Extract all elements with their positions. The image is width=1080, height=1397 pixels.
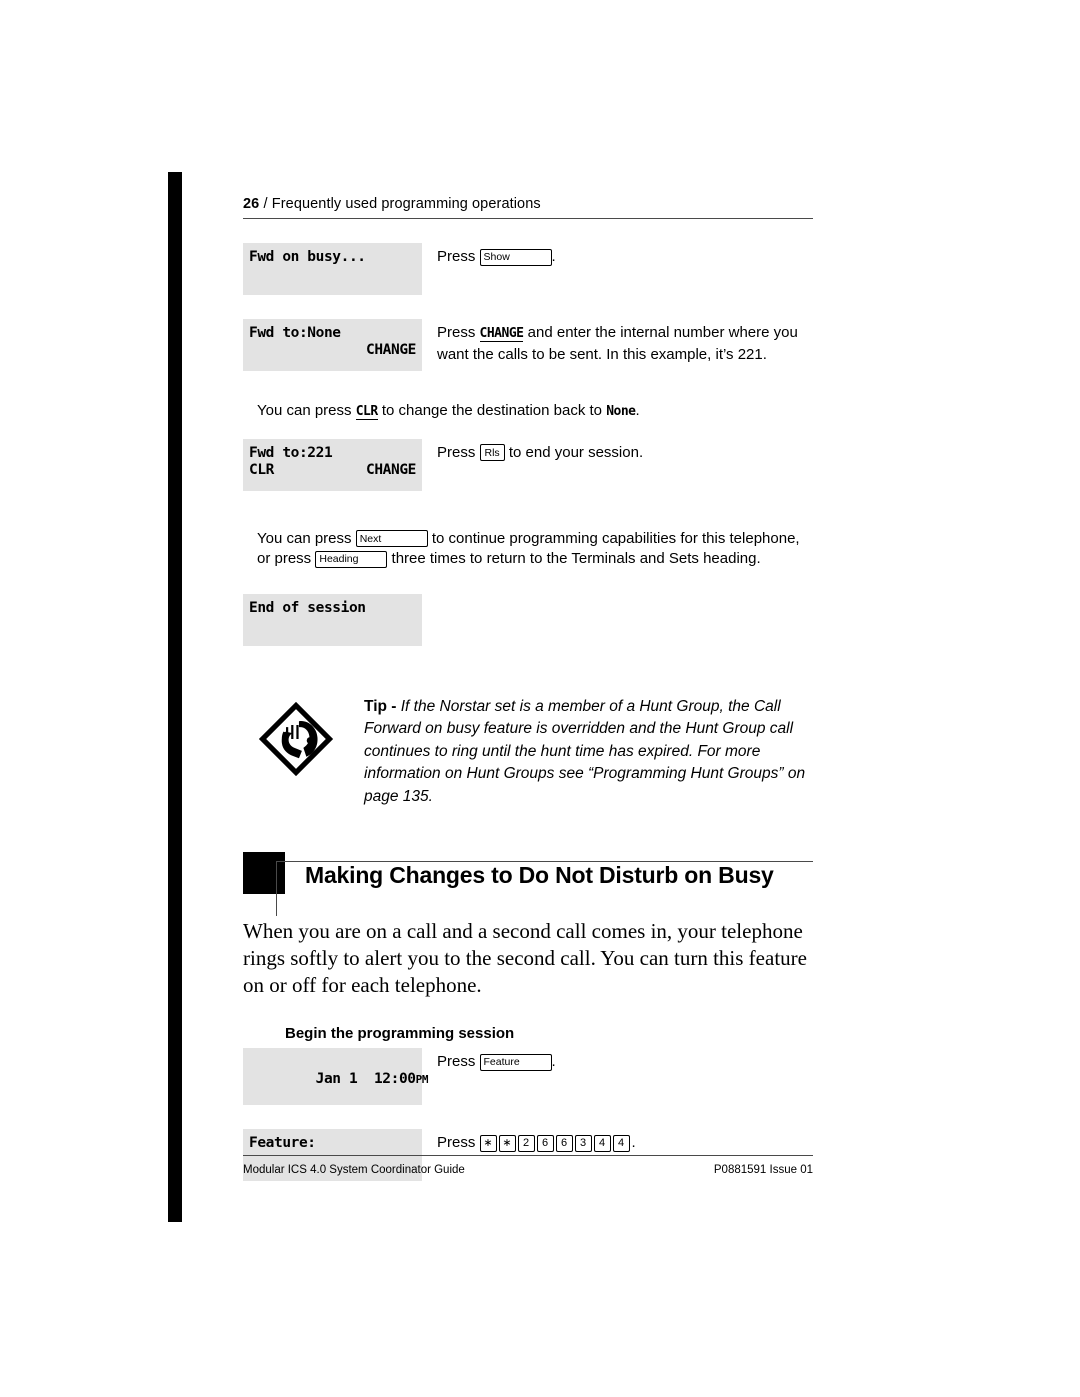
tip-text: Tip - If the Norstar set is a member of …	[364, 692, 813, 809]
feature-key[interactable]: Feature	[479, 1053, 552, 1071]
display-softkey-left: CLR	[249, 461, 274, 478]
display-time: 12:00	[373, 1071, 416, 1087]
press-label: Press	[437, 324, 476, 341]
heading-note-suffix: three times to return to the Terminals a…	[391, 550, 699, 567]
running-header: 26 / Frequently used programming operati…	[243, 196, 813, 212]
tip-label: Tip -	[364, 697, 397, 715]
display-ampm: PM	[415, 1073, 429, 1086]
next-note-prefix: You can press	[257, 529, 352, 547]
step-instruction-empty	[422, 594, 813, 598]
phone-display-panel: Fwd on busy...	[243, 243, 422, 295]
step-row: Fwd to:221 CLR CHANGE Press Rls to end y…	[243, 438, 813, 491]
heading-square-marker	[243, 852, 285, 894]
listening-tip-icon	[243, 692, 364, 781]
step-instruction: Press CHANGE and enter the internal numb…	[422, 319, 813, 365]
display-softkey-right: CHANGE	[366, 342, 416, 358]
next-heading-note: You can press Next to continue programmi…	[243, 529, 813, 570]
press-label: Press	[437, 1053, 476, 1070]
clr-note-middle: to change the destination back to	[381, 402, 603, 419]
next-key[interactable]: Next	[355, 530, 428, 547]
section-heading: Making Changes to Do Not Disturb on Busy	[243, 852, 813, 916]
phone-display-panel: Jan 1 12:00PM	[243, 1048, 429, 1105]
step-row: Fwd on busy... Press Show.	[243, 243, 813, 295]
page-edge-bar	[168, 172, 182, 1222]
keypad-key-3[interactable]: 6	[536, 1134, 554, 1152]
press-label: Press	[437, 248, 476, 265]
keypad-key-6[interactable]: 4	[593, 1134, 611, 1152]
heading-note-line3: heading.	[703, 550, 761, 567]
instruction-line-1: and enter the internal number where	[527, 324, 770, 341]
heading-tick	[276, 861, 277, 916]
tip-body: If the Norstar set is a member of a Hunt…	[364, 697, 806, 805]
footer-doc-id: P0881591 Issue 01	[713, 1164, 813, 1176]
heading-key[interactable]: Heading	[315, 550, 388, 568]
step-row: Jan 1 12:00PM Press Feature.	[243, 1048, 813, 1105]
step-instruction: Press Rls to end your session.	[422, 439, 813, 464]
display-date: Jan 1	[315, 1071, 358, 1087]
display-line-1: Feature:	[249, 1135, 316, 1151]
keypad-key-2[interactable]: 2	[517, 1134, 535, 1152]
phone-display-panel: Fwd to:221 CLR CHANGE	[243, 438, 422, 491]
phone-display-panel: End of session	[243, 593, 422, 646]
display-line-2: CLR CHANGE	[249, 462, 416, 479]
keypad-key-0[interactable]: ∗	[479, 1134, 497, 1152]
none-value: None	[606, 404, 636, 419]
step-instruction: Press ∗ ∗ 2 6 6 3 4 4.	[422, 1129, 813, 1154]
display-line-1: Fwd to:None	[249, 325, 341, 341]
page-content: 26 / Frequently used programming operati…	[243, 196, 813, 1181]
keypad-key-7[interactable]: 4	[612, 1134, 630, 1152]
clr-note-prefix: You can press	[257, 402, 352, 419]
section-body-text: When you are on a call and a second call…	[243, 919, 807, 997]
tip-block: Tip - If the Norstar set is a member of …	[243, 692, 813, 809]
step-instruction: Press Feature.	[422, 1048, 813, 1073]
clr-note-suffix: .	[635, 402, 640, 419]
display-line-1: End of session	[249, 599, 366, 616]
keypad-key-5[interactable]: 3	[574, 1134, 592, 1152]
step-row: Fwd to:None CHANGE Press CHANGE and ente…	[243, 319, 813, 371]
show-key[interactable]: Show	[479, 248, 552, 266]
press-label: Press	[437, 443, 476, 461]
running-header-separator: /	[263, 196, 268, 212]
footer-guide-name: Modular ICS 4.0 System Coordinator Guide	[243, 1164, 465, 1176]
rls-key[interactable]: Rls	[479, 444, 505, 461]
display-line-1: Fwd on busy...	[249, 249, 366, 265]
display-softkey-right: CHANGE	[366, 461, 416, 478]
display-line-1: Fwd to:221	[249, 444, 333, 461]
subheading-begin-session: Begin the programming session	[285, 1025, 515, 1042]
change-softkey-label[interactable]: CHANGE	[479, 326, 524, 342]
instruction-suffix: to end your session.	[508, 443, 644, 461]
keypad-key-1[interactable]: ∗	[498, 1134, 516, 1152]
display-line-2: CHANGE	[249, 342, 416, 359]
page-number: 26	[243, 196, 260, 212]
phone-display-panel: Fwd to:None CHANGE	[243, 319, 422, 371]
running-header-title: Frequently used programming operations	[271, 196, 541, 212]
instruction-suffix: .	[551, 1053, 556, 1070]
step-row: End of session	[243, 593, 813, 646]
press-label: Press	[437, 1134, 476, 1151]
page-title: Making Changes to Do Not Disturb on Busy	[305, 862, 774, 888]
display-line-1: Jan 1 12:00PM	[249, 1054, 429, 1105]
keypad-key-4[interactable]: 6	[555, 1134, 573, 1152]
instruction-suffix: .	[631, 1134, 636, 1151]
clr-softkey-label[interactable]: CLR	[355, 404, 378, 420]
step-instruction: Press Show.	[422, 243, 813, 268]
next-note-suffix: to continue programming capabilities for…	[431, 529, 726, 547]
page-footer: Modular ICS 4.0 System Coordinator Guide…	[243, 1155, 813, 1176]
instruction-suffix: .	[551, 248, 556, 265]
clr-note: You can press CLR to change the destinat…	[243, 401, 813, 423]
